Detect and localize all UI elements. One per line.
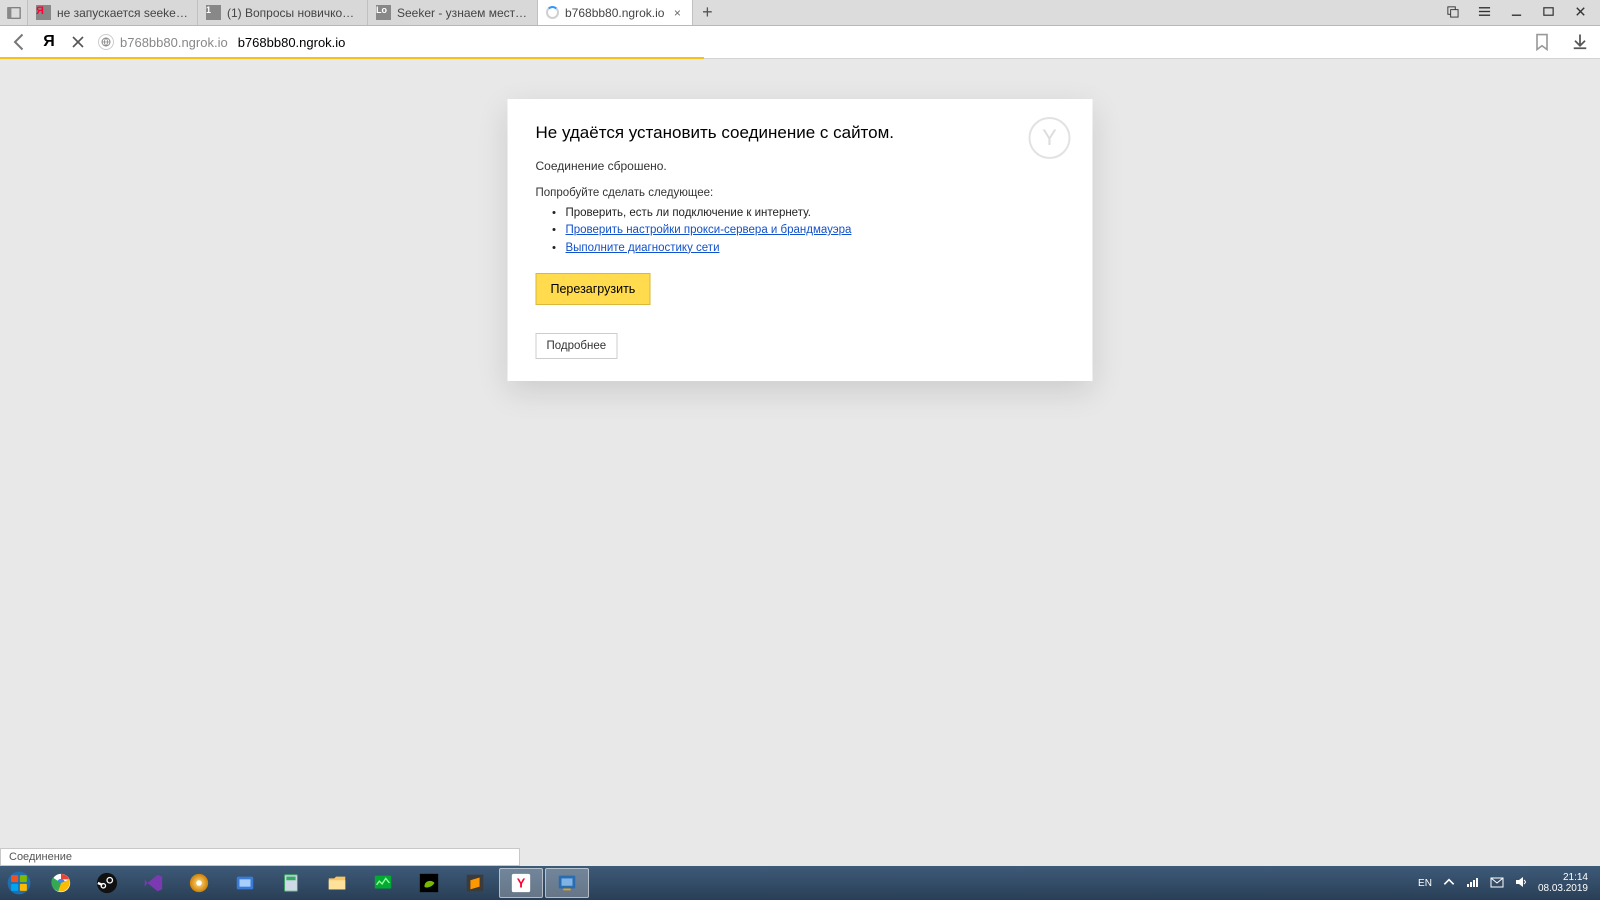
window-minimize-button[interactable] bbox=[1506, 5, 1526, 21]
taskbar-mediaplayer[interactable] bbox=[177, 868, 221, 898]
reload-button[interactable]: Перезагрузить bbox=[536, 273, 651, 305]
taskbar-explorer[interactable] bbox=[315, 868, 359, 898]
tray-time: 21:14 bbox=[1538, 872, 1588, 883]
tray-clock[interactable]: 21:14 08.03.2019 bbox=[1538, 872, 1588, 894]
bookmark-button[interactable] bbox=[1532, 32, 1552, 52]
taskbar-calculator[interactable] bbox=[269, 868, 313, 898]
tab-1[interactable]: Я не запускается seeker — Я bbox=[28, 0, 198, 25]
copy-window-icon[interactable] bbox=[1442, 5, 1462, 21]
taskbar-vmware[interactable] bbox=[545, 868, 589, 898]
proxy-settings-link[interactable]: Проверить настройки прокси-сервера и бра… bbox=[566, 224, 852, 236]
taskbar: Y EN 21:14 08.03.2019 bbox=[0, 866, 1600, 900]
yandex-browser-icon: Y bbox=[1029, 117, 1071, 159]
address-bar: Я b768bb80.ngrok.io b768bb80.ngrok.io bbox=[0, 26, 1600, 59]
taskbar-sublime[interactable] bbox=[453, 868, 497, 898]
page-content: Y Не удаётся установить соединение с сай… bbox=[0, 59, 1600, 866]
tab-strip: Я не запускается seeker — Я 1 (1) Вопрос… bbox=[0, 0, 1600, 26]
downloads-button[interactable] bbox=[1570, 32, 1590, 52]
tray-action-icon[interactable] bbox=[1490, 875, 1504, 892]
side-panel-toggle[interactable] bbox=[0, 0, 28, 25]
tray-volume-icon[interactable] bbox=[1514, 875, 1528, 892]
suggestion-text: Проверить, есть ли подключение к интерне… bbox=[566, 205, 1065, 222]
svg-text:Y: Y bbox=[517, 876, 526, 891]
start-button[interactable] bbox=[0, 866, 38, 900]
error-title: Не удаётся установить соединение с сайто… bbox=[536, 123, 1065, 143]
system-tray: EN 21:14 08.03.2019 bbox=[1418, 872, 1594, 894]
tab-2[interactable]: 1 (1) Вопросы новичков и н bbox=[198, 0, 368, 25]
tab-label: Seeker - узнаем местопол bbox=[397, 6, 529, 20]
status-text: Соединение bbox=[0, 848, 520, 866]
tab-label: не запускается seeker — Я bbox=[57, 6, 189, 20]
site-icon: 1 bbox=[206, 5, 221, 20]
error-card: Y Не удаётся установить соединение с сай… bbox=[508, 99, 1093, 381]
stop-button[interactable] bbox=[68, 32, 88, 52]
menu-button[interactable] bbox=[1474, 5, 1494, 21]
site-icon: Lo bbox=[376, 5, 391, 20]
taskbar-chrome[interactable] bbox=[39, 868, 83, 898]
tab-close-button[interactable]: × bbox=[670, 6, 684, 20]
error-try-label: Попробуйте сделать следующее: bbox=[536, 187, 1065, 199]
window-close-button[interactable] bbox=[1570, 5, 1590, 21]
back-button[interactable] bbox=[10, 32, 30, 52]
taskbar-screenshot[interactable] bbox=[223, 868, 267, 898]
taskbar-taskmanager[interactable] bbox=[361, 868, 405, 898]
url-host: b768bb80.ngrok.io bbox=[120, 35, 228, 50]
new-tab-button[interactable]: + bbox=[693, 0, 721, 25]
tray-chevron-icon[interactable] bbox=[1442, 875, 1456, 892]
tray-language[interactable]: EN bbox=[1418, 878, 1432, 889]
url-display[interactable]: b768bb80.ngrok.io b768bb80.ngrok.io bbox=[98, 34, 345, 50]
tray-network-icon[interactable] bbox=[1466, 875, 1480, 892]
details-button[interactable]: Подробнее bbox=[536, 333, 618, 359]
tab-3[interactable]: Lo Seeker - узнаем местопол bbox=[368, 0, 538, 25]
network-diagnostics-link[interactable]: Выполните диагностику сети bbox=[566, 242, 720, 254]
url-full: b768bb80.ngrok.io bbox=[238, 35, 346, 50]
loading-spinner-icon bbox=[546, 6, 559, 19]
yandex-icon: Я bbox=[36, 5, 51, 20]
tab-label: b768bb80.ngrok.io bbox=[565, 6, 664, 20]
tab-label: (1) Вопросы новичков и н bbox=[227, 6, 359, 20]
taskbar-nvidia[interactable] bbox=[407, 868, 451, 898]
tab-4-active[interactable]: b768bb80.ngrok.io × bbox=[538, 0, 693, 25]
globe-icon bbox=[98, 34, 114, 50]
taskbar-visualstudio[interactable] bbox=[131, 868, 175, 898]
error-subtitle: Соединение сброшено. bbox=[536, 159, 1065, 173]
error-suggestions: Проверить, есть ли подключение к интерне… bbox=[536, 205, 1065, 257]
tray-date: 08.03.2019 bbox=[1538, 883, 1588, 894]
taskbar-yandex-browser[interactable]: Y bbox=[499, 868, 543, 898]
window-maximize-button[interactable] bbox=[1538, 5, 1558, 21]
taskbar-steam[interactable] bbox=[85, 868, 129, 898]
yandex-logo-icon[interactable]: Я bbox=[40, 33, 58, 51]
